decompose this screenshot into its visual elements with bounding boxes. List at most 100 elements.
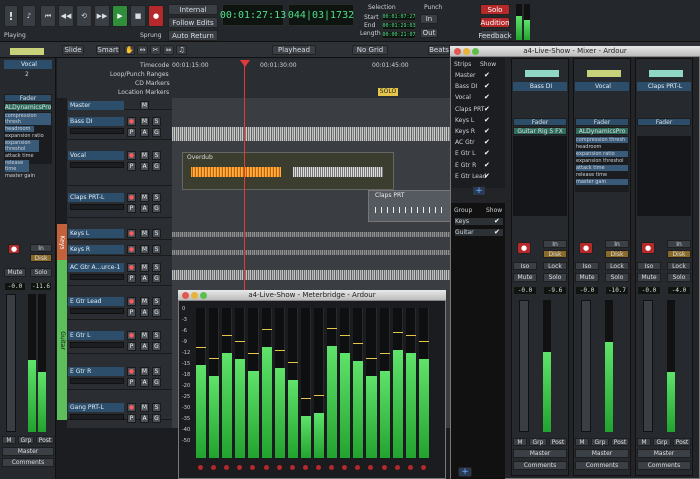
strip-show-checkbox[interactable]: ✔	[484, 82, 490, 90]
range-tool-icon[interactable]: ↔	[137, 45, 148, 55]
follow-edits-button[interactable]: Follow Edits	[168, 17, 218, 28]
strips-list-item[interactable]: Claps PRT	[455, 106, 484, 113]
track-fader[interactable]	[70, 162, 124, 168]
channel-post-button[interactable]: Post	[611, 438, 629, 446]
meterbridge-rec-icon[interactable]	[302, 465, 308, 470]
track-fader[interactable]	[70, 414, 124, 420]
channel-name-button[interactable]: Vocal	[575, 82, 629, 91]
track-fader[interactable]	[70, 204, 124, 210]
track-group-button[interactable]: G	[152, 162, 161, 171]
meterbridge-rec-icon[interactable]	[394, 465, 400, 470]
strip-show-checkbox[interactable]: ✔	[484, 105, 490, 113]
channel-comments-button[interactable]: Comments	[637, 461, 691, 470]
track-automation-button[interactable]: A	[140, 128, 149, 137]
track-mute-button[interactable]: M	[140, 331, 149, 340]
selection-length-clock[interactable]: 00:00:21:07	[382, 31, 416, 39]
meterbridge-rec-icon[interactable]	[263, 465, 269, 470]
strip-name-button[interactable]: Vocal	[4, 60, 52, 69]
track-rec-button[interactable]: ●	[127, 245, 136, 254]
channel-mute-button[interactable]: Mute	[637, 273, 661, 282]
channel-plugin[interactable]: ALDynamicsPro	[575, 127, 629, 135]
channel-output-button[interactable]: Master	[637, 449, 691, 458]
track-playlist-button[interactable]: P	[127, 274, 136, 283]
track-solo-button[interactable]: S	[152, 297, 161, 306]
strips-list-item[interactable]: Master	[455, 72, 476, 79]
channel-post-button[interactable]: Post	[673, 438, 691, 446]
solo-indicator-button[interactable]: Solo	[480, 4, 510, 15]
track-fader[interactable]	[70, 128, 124, 134]
track-automation-button[interactable]: A	[140, 414, 149, 423]
track-solo-button[interactable]: S	[152, 229, 161, 238]
loop-button[interactable]: ⟲	[76, 5, 92, 27]
track-solo-button[interactable]: S	[152, 245, 161, 254]
track-solo-button[interactable]: S	[152, 151, 161, 160]
selection-start-clock[interactable]: 00:01:07:27	[382, 13, 416, 21]
strip-fader-label[interactable]: Fader	[4, 94, 52, 102]
channel-lock-button[interactable]: Lock	[605, 262, 629, 270]
channel-fader[interactable]	[643, 300, 653, 432]
track-rec-button[interactable]: ●	[127, 367, 136, 376]
track-mute-button[interactable]: M	[140, 151, 149, 160]
track-solo-button[interactable]: S	[152, 367, 161, 376]
channel-iso-button[interactable]: Iso	[513, 262, 537, 270]
track-automation-button[interactable]: A	[140, 308, 149, 317]
group-keys-checkbox[interactable]: ✔	[494, 217, 500, 225]
channel-m-button[interactable]: M	[637, 438, 651, 446]
track-automation-button[interactable]: A	[140, 162, 149, 171]
strip-plugin[interactable]: ALDynamicsPro	[4, 103, 52, 111]
strip-gain-display[interactable]: -0.0	[4, 282, 26, 291]
channel-rec-button[interactable]: ●	[579, 242, 593, 254]
track-solo-button[interactable]: S	[152, 193, 161, 202]
region-ac-gtr[interactable]	[172, 270, 452, 280]
track-group-button[interactable]: G	[152, 204, 161, 213]
track-group-button[interactable]: G	[152, 414, 161, 423]
channel-in-button[interactable]: In	[667, 240, 691, 248]
playhead-select[interactable]: Playhead	[272, 45, 316, 55]
track-mute-button[interactable]: M	[140, 101, 149, 110]
channel-name-button[interactable]: Claps PRT-L	[637, 82, 691, 91]
grab-tool-icon[interactable]: ✋	[124, 45, 135, 55]
region-keys-l[interactable]	[172, 232, 452, 237]
meterbridge-close-icon[interactable]	[182, 292, 189, 299]
channel-grp-button[interactable]: Grp	[653, 438, 671, 446]
strip-show-checkbox[interactable]: ✔	[484, 71, 490, 79]
track-rec-button[interactable]: ●	[127, 263, 136, 272]
meterbridge-rec-icon[interactable]	[276, 465, 282, 470]
channel-fader-label[interactable]: Fader	[637, 118, 691, 126]
channel-disk-button[interactable]: Disk	[605, 250, 629, 258]
audition-tool-icon[interactable]: ♫	[176, 45, 187, 55]
add-strip-icon[interactable]: +	[472, 186, 486, 196]
forward-button[interactable]: ▶▶	[94, 5, 110, 27]
region-bass-di[interactable]	[172, 127, 452, 141]
strip-fader[interactable]	[6, 294, 16, 432]
playhead-marker-icon[interactable]	[240, 60, 250, 67]
strip-show-checkbox[interactable]: ✔	[484, 93, 490, 101]
rewind-button[interactable]: ◀◀	[58, 5, 74, 27]
track-name[interactable]: Keys R	[68, 245, 124, 254]
channel-plugin[interactable]: Guitar Rig 5 FX	[513, 127, 567, 135]
edit-mode-select[interactable]: Slide	[62, 45, 84, 55]
channel-iso-button[interactable]: Iso	[575, 262, 599, 270]
channel-solo-button[interactable]: Solo	[667, 273, 691, 282]
channel-rec-button[interactable]: ●	[517, 242, 531, 254]
selection-end-clock[interactable]: 00:01:29:03	[382, 22, 416, 30]
channel-lock-button[interactable]: Lock	[667, 262, 691, 270]
strip-grp-button[interactable]: Grp	[18, 436, 34, 444]
region-vocal-overdub[interactable]: Overdub	[182, 152, 394, 190]
track-automation-button[interactable]: A	[140, 204, 149, 213]
strip-in-button[interactable]: In	[30, 244, 52, 252]
channel-gain-display[interactable]: -0.0	[575, 286, 599, 295]
strips-list-item[interactable]: E Gtr R	[455, 162, 476, 169]
strips-list-item[interactable]: Keys L	[455, 117, 474, 124]
track-playlist-button[interactable]: P	[127, 308, 136, 317]
track-mute-button[interactable]: M	[140, 297, 149, 306]
channel-iso-button[interactable]: Iso	[637, 262, 661, 270]
stretch-tool-icon[interactable]: ⇔	[163, 45, 174, 55]
channel-grp-button[interactable]: Grp	[529, 438, 547, 446]
track-mute-button[interactable]: M	[140, 263, 149, 272]
strips-list-item[interactable]: Bass DI	[455, 83, 477, 90]
channel-comments-button[interactable]: Comments	[513, 461, 567, 470]
track-mute-button[interactable]: M	[140, 367, 149, 376]
track-rec-button[interactable]: ●	[127, 117, 136, 126]
group-tab-keys[interactable]: Keys	[57, 224, 67, 260]
